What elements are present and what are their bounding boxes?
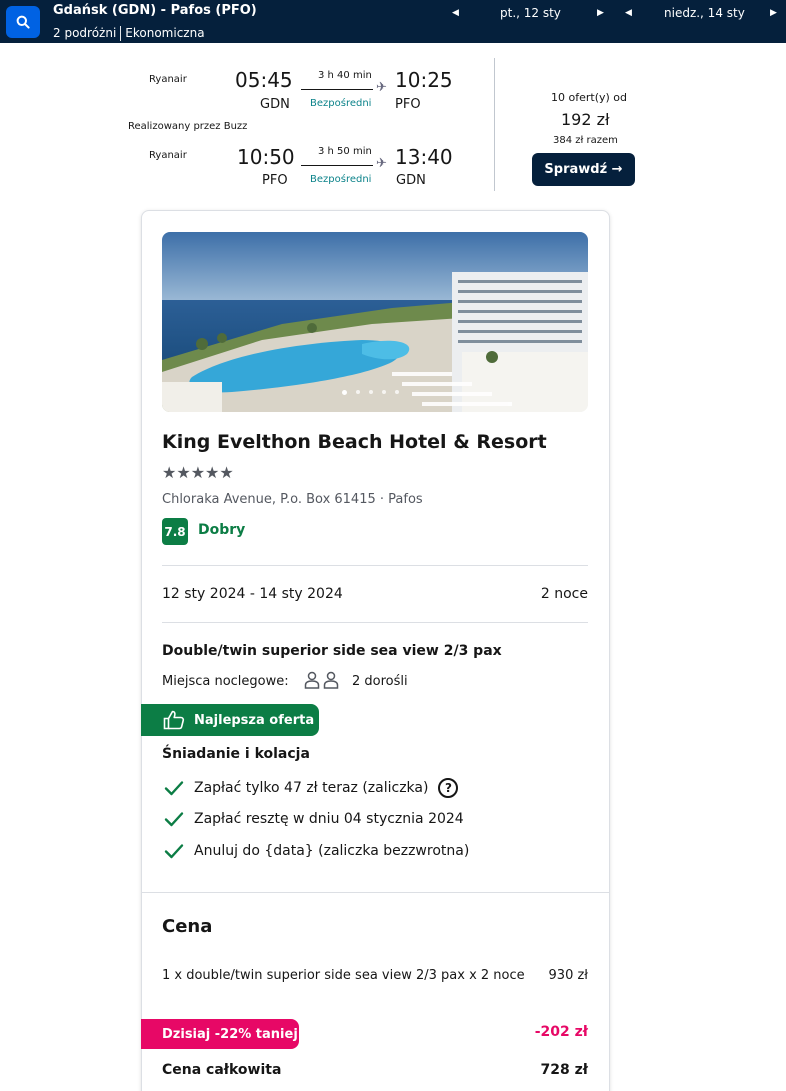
carousel-indicators[interactable] — [342, 390, 399, 395]
feature-item: Anuluj do {data} (zaliczka bezzwrotna) — [164, 843, 469, 859]
discount-badge: Dzisiaj -22% taniej — [141, 1019, 299, 1049]
stops-label: Bezpośredni — [310, 98, 372, 109]
hotel-address: Chloraka Avenue, P.o. Box 61415 · Pafos — [162, 492, 423, 507]
flight-total: 384 zł razem — [553, 135, 618, 146]
guests-icons — [304, 671, 339, 689]
departure-airport: PFO — [262, 173, 288, 188]
meal-plan: Śniadanie i kolacja — [162, 746, 310, 762]
carousel-dot[interactable] — [356, 390, 360, 394]
stay-nights: 2 noce — [540, 586, 588, 602]
check-button[interactable]: Sprawdź → — [532, 153, 635, 186]
carousel-dot[interactable] — [395, 390, 399, 394]
arrival-time: 13:40 — [395, 145, 453, 169]
checkmark-icon — [164, 844, 184, 859]
flight-duration: 3 h 40 min — [318, 70, 372, 81]
thumbs-up-icon — [163, 710, 185, 730]
price-line-value: 930 zł — [548, 968, 588, 983]
divider — [494, 58, 495, 191]
checkmark-icon — [164, 812, 184, 827]
carousel-dot[interactable] — [369, 390, 373, 394]
divider — [142, 892, 609, 893]
total-price-value: 728 zł — [540, 1062, 588, 1078]
departure-time: 05:45 — [235, 68, 293, 92]
search-button[interactable] — [6, 6, 40, 38]
checkmark-icon — [164, 781, 184, 796]
airline-name: Ryanair — [149, 150, 187, 161]
depart-date[interactable]: pt., 12 sty — [500, 6, 561, 20]
hotel-photo-carousel[interactable] — [162, 232, 588, 412]
feature-text: Zapłać tylko 47 zł teraz (zaliczka) — [194, 780, 429, 796]
discount-value: -202 zł — [534, 1024, 588, 1040]
carousel-dot[interactable] — [342, 390, 347, 395]
help-icon[interactable]: ? — [438, 778, 459, 798]
price-line-item: 1 x double/twin superior side sea view 2… — [162, 968, 525, 983]
offers-count: 10 ofert(y) od — [551, 91, 628, 104]
divider — [162, 622, 588, 623]
star-rating: ★★★★★ — [162, 463, 234, 482]
search-summary-bar[interactable]: Gdańsk (GDN) - Pafos (PFO) 2 podróżni Ek… — [0, 0, 786, 43]
stay-dates: 12 sty 2024 - 14 sty 2024 — [162, 586, 343, 602]
room-type: Double/twin superior side sea view 2/3 p… — [162, 643, 502, 659]
arrival-airport: GDN — [396, 173, 426, 188]
feature-text: Anuluj do {data} (zaliczka bezzwrotna) — [194, 843, 470, 859]
return-date[interactable]: niedz., 14 sty — [664, 6, 745, 20]
hotel-name[interactable]: King Evelthon Beach Hotel & Resort — [162, 431, 547, 453]
carousel-dot[interactable] — [382, 390, 386, 394]
stops-label: Bezpośredni — [310, 174, 372, 185]
price-section-title: Cena — [162, 916, 213, 937]
flight-duration: 3 h 50 min — [318, 146, 372, 157]
chevron-left-icon[interactable]: ◀ — [452, 8, 459, 18]
person-icon — [323, 671, 339, 689]
divider — [162, 565, 588, 566]
arrival-time: 10:25 — [395, 68, 453, 92]
airline-name: Ryanair — [149, 74, 187, 85]
total-price-label: Cena całkowita — [162, 1062, 282, 1078]
plane-icon: ✈ — [376, 80, 387, 95]
hotel-photo — [162, 232, 588, 412]
arrival-airport: PFO — [395, 97, 421, 112]
chevron-right-icon[interactable]: ▶ — [770, 8, 777, 18]
operated-by: Realizowany przez Buzz — [128, 121, 248, 132]
divider — [120, 26, 122, 41]
travellers-count: 2 podróżni — [53, 26, 117, 40]
departure-airport: GDN — [260, 97, 290, 112]
feature-text: Zapłać resztę w dniu 04 stycznia 2024 — [194, 811, 464, 827]
plane-icon: ✈ — [376, 156, 387, 171]
best-offer-label: Najlepsza oferta — [194, 712, 315, 728]
beds-value: 2 dorośli — [352, 674, 408, 689]
best-offer-badge: Najlepsza oferta — [141, 704, 319, 736]
chevron-right-icon[interactable]: ▶ — [597, 8, 604, 18]
travellers-summary: 2 podróżni Ekonomiczna — [53, 26, 205, 41]
review-score-label: Dobry — [198, 522, 246, 538]
review-score-badge: 7.8 — [162, 518, 188, 545]
flight-price: 192 zł — [561, 110, 610, 129]
route-line — [301, 165, 373, 166]
search-icon — [16, 15, 30, 29]
cabin-class: Ekonomiczna — [125, 26, 205, 40]
feature-item: Zapłać resztę w dniu 04 stycznia 2024 — [164, 811, 464, 827]
route-title: Gdańsk (GDN) - Pafos (PFO) — [53, 3, 257, 18]
departure-time: 10:50 — [237, 145, 295, 169]
chevron-left-icon[interactable]: ◀ — [625, 8, 632, 18]
feature-item: Zapłać tylko 47 zł teraz (zaliczka) ? — [164, 778, 459, 798]
person-icon — [304, 671, 320, 689]
route-line — [301, 89, 373, 90]
beds-label: Miejsca noclegowe: — [162, 674, 289, 689]
